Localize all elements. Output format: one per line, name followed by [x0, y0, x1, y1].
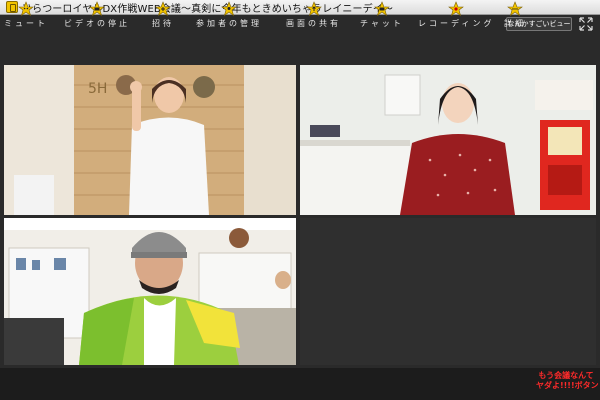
participants-button[interactable]: 参加者の管理	[196, 0, 262, 32]
participant-3-video	[4, 218, 296, 365]
participant-1-video: 5H	[4, 65, 296, 215]
mute-button[interactable]: ミュート	[4, 0, 48, 32]
video-stop-button[interactable]: ビデオの停止	[64, 0, 130, 32]
more-button[interactable]: 詳細	[504, 0, 526, 32]
hate-meetings-button[interactable]: もう会議なんて ヤダよ!!!!ボタン	[536, 371, 599, 397]
invite-button[interactable]: 招待	[152, 0, 174, 32]
video-stop-label: ビデオの停止	[64, 19, 130, 28]
hate-meetings-line1: もう会議なんて	[538, 371, 594, 380]
recording-label: レコーディング	[418, 19, 495, 28]
video-tile-participant-3[interactable]	[4, 218, 296, 365]
video-stop-icon	[89, 1, 105, 17]
video-tile-empty	[300, 218, 596, 365]
share-screen-icon	[305, 1, 322, 17]
mute-icon	[18, 1, 34, 17]
share-screen-label: 画面の共有	[286, 19, 341, 28]
recording-button[interactable]: レコーディング	[418, 0, 494, 32]
fullscreen-icon[interactable]	[579, 17, 593, 31]
chat-button[interactable]: チャット	[360, 0, 404, 32]
mute-label: ミュート	[4, 19, 48, 28]
recording-icon	[448, 1, 465, 17]
svg-text:5H: 5H	[88, 81, 107, 97]
invite-label: 招待	[152, 19, 174, 28]
participants-icon	[221, 1, 237, 17]
meeting-toolbar	[0, 368, 600, 400]
video-tile-participant-2[interactable]	[300, 65, 596, 215]
share-screen-button[interactable]: 画面の共有	[286, 0, 341, 32]
participants-label: 参加者の管理	[196, 19, 262, 28]
invite-icon	[155, 1, 171, 17]
chat-label: チャット	[360, 19, 404, 28]
participant-2-video	[300, 65, 596, 215]
more-label: 詳細	[504, 19, 526, 28]
hate-meetings-line2: ヤダよ!!!!ボタン	[536, 381, 599, 390]
chat-icon	[374, 1, 390, 17]
zoom-meeting-window: ひらつーロイヤルDX作戦WEB会議～真剣に今年もときめいちゃうレイニーデイ～ な…	[0, 0, 600, 400]
more-icon	[507, 1, 523, 17]
video-tile-participant-1[interactable]: 5H	[4, 65, 296, 215]
